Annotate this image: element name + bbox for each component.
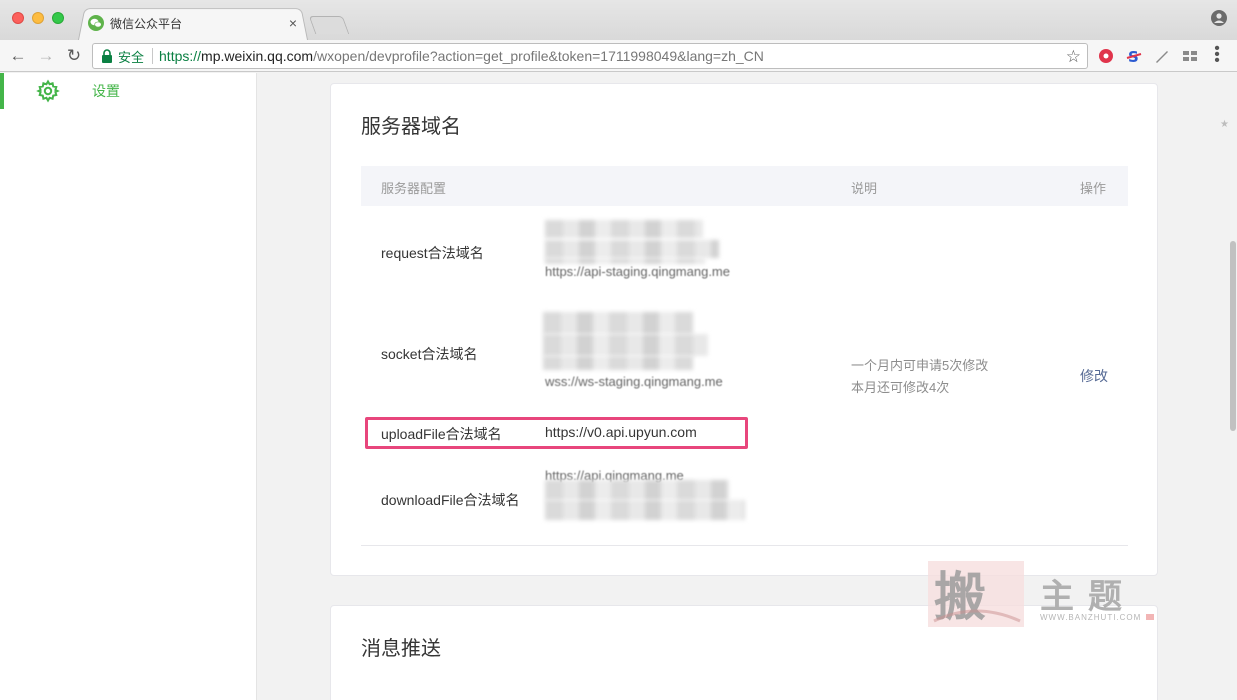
description-line: 一个月内可申请5次修改 — [851, 358, 989, 373]
watermark-text: 主题 — [1040, 577, 1136, 617]
obscured-value — [545, 220, 703, 238]
close-tab-icon[interactable]: × — [286, 15, 300, 31]
extension-s-icon[interactable]: S — [1126, 48, 1142, 64]
url-separator — [152, 48, 154, 64]
obscured-value — [545, 480, 729, 500]
profile-icon[interactable] — [1211, 10, 1227, 26]
menu-dots-icon[interactable]: • • • — [1212, 41, 1222, 69]
row-label-request: request合法域名 — [381, 245, 484, 261]
star-icon[interactable]: ☆ — [1066, 47, 1081, 67]
column-header-config: 服务器配置 — [381, 181, 447, 196]
scrollbar-thumb[interactable] — [1230, 241, 1236, 431]
row-label-downloadfile: downloadFile合法域名 — [381, 492, 520, 508]
obscured-value — [543, 356, 693, 370]
watermark-url: WWW.BANZHUTI.COM — [1040, 613, 1142, 622]
window-close-button[interactable] — [12, 12, 24, 24]
row-label-socket: socket合法域名 — [381, 346, 478, 362]
obscured-value — [543, 334, 708, 356]
obscured-value — [545, 500, 745, 520]
window-zoom-button[interactable] — [52, 12, 64, 24]
back-arrow-icon[interactable]: ← — [8, 46, 28, 66]
tab-title: 微信公众平台 — [110, 16, 183, 31]
row-value-socket: wss://ws-staging.qingmang.me — [545, 374, 723, 389]
sidebar-item-label: 设置 — [92, 83, 120, 99]
url-host: mp.weixin.qq.com — [201, 48, 314, 64]
section-title: 消息推送 — [361, 638, 441, 660]
server-domain-card: 服务器域名 服务器配置 说明 操作 request合法域名 https://ap… — [330, 83, 1158, 576]
lock-icon — [102, 49, 112, 63]
new-tab-button[interactable] — [308, 16, 350, 34]
row-divider — [361, 545, 1128, 546]
extension-pen-icon[interactable] — [1154, 48, 1170, 64]
message-push-card: 消息推送 — [330, 605, 1158, 700]
extension-grid-icon[interactable] — [1182, 48, 1198, 64]
url-scheme: https:// — [159, 48, 202, 64]
section-title: 服务器域名 — [361, 116, 461, 138]
row-label-uploadfile: uploadFile合法域名 — [381, 426, 502, 442]
browser-tab-content[interactable]: 微信公众平台 × — [88, 12, 300, 34]
sidebar: 设置 — [0, 73, 257, 700]
watermark-seal-icon: 搬 — [928, 561, 1024, 627]
sidebar-active-indicator — [0, 73, 4, 109]
window-minimize-button[interactable] — [32, 12, 44, 24]
watermark-dot — [1146, 614, 1154, 620]
extension-red-icon[interactable] — [1098, 48, 1114, 64]
secure-label: 安全 — [118, 49, 145, 65]
browser-toolbar: ← → ↻ 安全 https://mp.weixin.qq.com/wxopen… — [0, 40, 1237, 72]
column-header-action: 操作 — [1080, 181, 1107, 196]
reload-icon[interactable]: ↻ — [64, 46, 84, 66]
row-value-uploadfile: https://v0.api.upyun.com — [545, 424, 697, 440]
modify-link[interactable]: 修改 — [1080, 366, 1108, 386]
obscured-value — [543, 312, 693, 334]
wechat-icon — [88, 15, 104, 31]
url-path: /wxopen/devprofile?action=get_profile&to… — [313, 48, 764, 64]
sidebar-item-settings[interactable]: 设置 — [36, 79, 120, 103]
gear-icon — [36, 79, 60, 103]
column-header-description: 说明 — [851, 181, 878, 196]
forward-arrow-icon[interactable]: → — [36, 46, 56, 66]
description-line: 本月还可修改4次 — [851, 380, 950, 395]
pin-icon[interactable]: ★ — [1220, 119, 1229, 130]
table-header: 服务器配置 说明 操作 — [361, 166, 1128, 206]
address-bar[interactable]: 安全 https://mp.weixin.qq.com/wxopen/devpr… — [92, 43, 1088, 69]
obscured-value — [545, 240, 719, 258]
browser-tab-bar: 微信公众平台 × — [0, 0, 1237, 40]
row-value-request: https://api-staging.qingmang.me — [545, 264, 730, 279]
page-viewport: 设置 服务器域名 服务器配置 说明 操作 request合法域名 https:/… — [0, 73, 1237, 700]
